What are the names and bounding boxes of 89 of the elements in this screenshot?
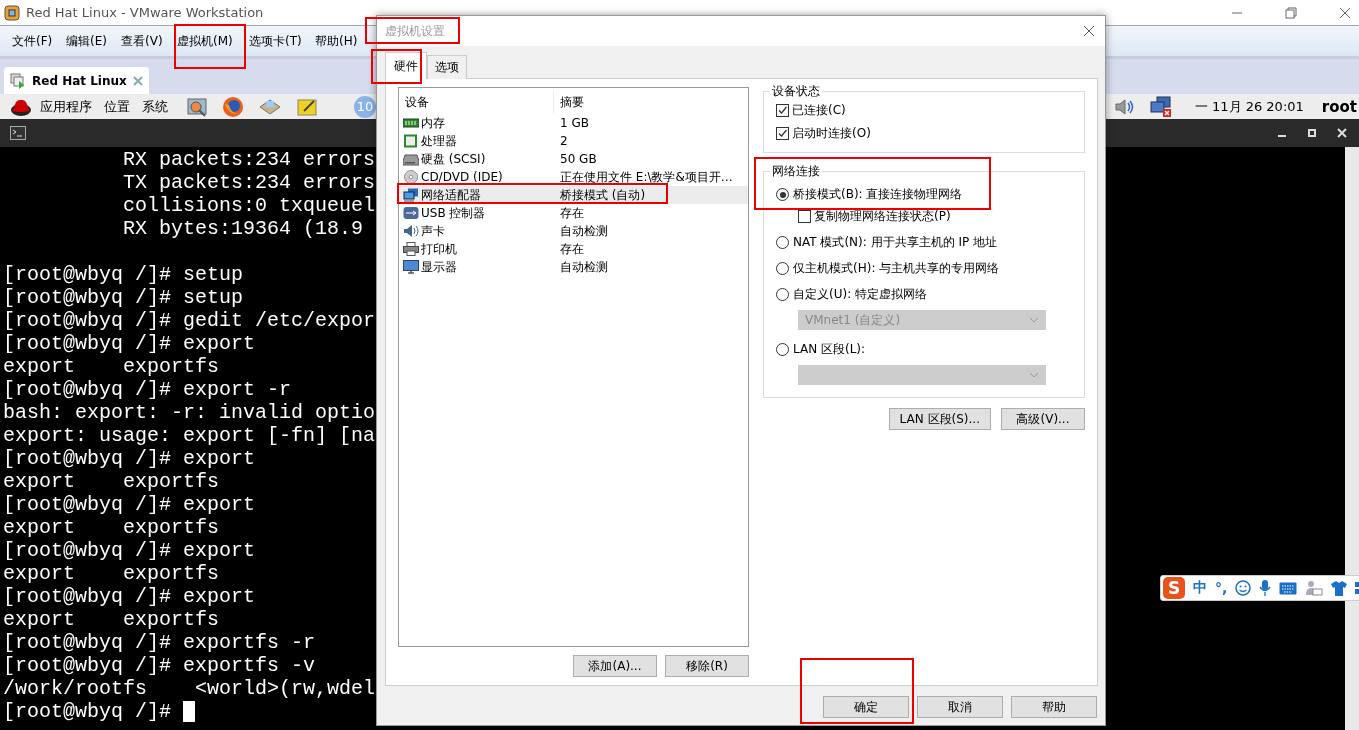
menu-item[interactable]: 虚拟机(M) xyxy=(177,30,233,52)
checkbox-label[interactable]: 已连接(C) xyxy=(792,102,846,119)
terminal-line: [root@wbyq /]# setup xyxy=(3,263,244,286)
device-name: 硬盘 (SCSI) xyxy=(421,150,486,168)
panel-menu[interactable]: 系统 xyxy=(142,97,168,116)
device-summary: 50 GB xyxy=(559,152,597,166)
radio-label[interactable]: LAN 区段(L): xyxy=(793,341,866,358)
terminal-line: [root@wbyq /]# exportfs -r xyxy=(3,631,316,654)
ime-logo[interactable]: S xyxy=(1163,577,1185,599)
dialog-button[interactable]: 确定 xyxy=(823,696,909,718)
device-summary: 1 GB xyxy=(559,116,589,130)
menu-item[interactable]: 编辑(E) xyxy=(66,30,107,52)
menu-item[interactable]: 选项卡(T) xyxy=(249,30,302,52)
device-summary: 自动检测 xyxy=(559,258,608,276)
terminal-line: [root@wbyq /]# export xyxy=(3,539,256,562)
device-name: CD/DVD (IDE) xyxy=(421,170,503,184)
terminal-line: [root@wbyq /]# exportfs -v xyxy=(3,654,316,677)
terminal-line: RX bytes:19364 (18.9 xyxy=(122,217,364,240)
dialog-button[interactable]: 取消 xyxy=(917,696,1003,718)
dialog-button[interactable]: 帮助 xyxy=(1011,696,1097,718)
terminal-line: export exportfs xyxy=(3,470,220,493)
ime-mode[interactable]: 中 xyxy=(1193,579,1207,597)
device-name: USB 控制器 xyxy=(421,204,486,222)
terminal-line: [root@wbyq /]# export xyxy=(3,493,256,516)
dialog-title: 虚拟机设置 xyxy=(384,23,445,39)
device-name: 声卡 xyxy=(421,222,445,240)
panel-menu[interactable]: 位置 xyxy=(104,97,130,116)
group-title: 网络连接 xyxy=(770,163,822,180)
menu-item[interactable]: 帮助(H) xyxy=(315,30,358,52)
panel-menu[interactable]: 应用程序 xyxy=(40,97,92,116)
terminal-line: export: usage: export [-fn] [na xyxy=(3,424,376,447)
terminal-line: RX packets:234 errors xyxy=(122,148,376,171)
device-summary: 存在 xyxy=(559,204,584,222)
dialog-button[interactable]: 高级(V)... xyxy=(1001,408,1085,430)
radio-label[interactable]: 仅主机模式(H): 与主机共享的专用网络 xyxy=(793,260,1000,277)
window-title: Red Hat Linux - VMware Workstation xyxy=(26,5,264,20)
dialog-button[interactable]: 添加(A)... xyxy=(573,655,657,677)
terminal-line: [root@wbyq /]# export -r xyxy=(3,378,292,401)
terminal-line: [root@wbyq /]# setup xyxy=(3,286,244,309)
dialog-tab[interactable]: 选项 xyxy=(427,55,467,79)
checkbox-label[interactable]: 启动时连接(O) xyxy=(792,125,871,142)
device-row[interactable]: 硬盘 (SCSI) 50 GB xyxy=(399,150,748,168)
device-summary: 正在使用文件 E:\教学&项目开… xyxy=(559,168,733,186)
device-row[interactable]: USB 控制器 存在 xyxy=(399,204,748,222)
terminal-line: [root@wbyq /]# xyxy=(3,700,173,723)
user-name[interactable]: root xyxy=(1321,97,1357,116)
column-header[interactable]: 设备 xyxy=(399,90,554,114)
checkbox-label[interactable]: 复制物理网络连接状态(P) xyxy=(814,208,951,225)
clock[interactable]: 一 11月 26 20:01 xyxy=(1194,97,1304,116)
device-row[interactable]: 声卡 自动检测 xyxy=(399,222,748,240)
radio-label[interactable]: 自定义(U): 特定虚拟网络 xyxy=(793,286,927,303)
device-name: 内存 xyxy=(421,114,445,132)
radio-label[interactable]: 桥接模式(B): 直接连接物理网络 xyxy=(793,186,963,203)
menu-item[interactable]: 查看(V) xyxy=(121,30,163,52)
terminal-line: /work/rootfs <world>(rw,wdel xyxy=(3,677,376,700)
terminal-line: [root@wbyq /]# export xyxy=(3,585,256,608)
device-summary: 自动检测 xyxy=(559,222,608,240)
device-name: 打印机 xyxy=(421,240,457,258)
dialog-button[interactable]: LAN 区段(S)... xyxy=(888,408,991,430)
terminal-line: export exportfs xyxy=(3,355,220,378)
device-row[interactable]: CD/DVD (IDE) 正在使用文件 E:\教学&项目开… xyxy=(399,168,748,186)
terminal-line: bash: export: -r: invalid optio xyxy=(3,401,376,424)
device-summary: 2 xyxy=(559,134,568,148)
device-name: 显示器 xyxy=(421,258,457,276)
terminal-line: export exportfs xyxy=(3,562,220,585)
dialog-tab[interactable]: 硬件 xyxy=(385,52,427,79)
column-header[interactable]: 摘要 xyxy=(554,90,584,114)
radio-label[interactable]: NAT 模式(N): 用于共享主机的 IP 地址 xyxy=(793,234,997,251)
terminal-line: collisions:0 txqueuel xyxy=(122,194,376,217)
device-row[interactable]: 处理器 2 xyxy=(399,132,748,150)
terminal-line: [root@wbyq /]# gedit /etc/expor xyxy=(3,309,376,332)
device-row[interactable]: 网络适配器 桥接模式 (自动) xyxy=(399,186,748,204)
device-summary: 存在 xyxy=(559,240,584,258)
vm-tab[interactable]: Red Hat Linux xyxy=(4,67,149,94)
device-summary: 桥接模式 (自动) xyxy=(559,186,646,204)
group-title: 设备状态 xyxy=(770,83,822,100)
terminal-line: TX packets:234 errors xyxy=(122,171,376,194)
terminal-line: export exportfs xyxy=(3,608,220,631)
dialog-button[interactable]: 移除(R) xyxy=(665,655,749,677)
device-row[interactable]: 内存 1 GB xyxy=(399,114,748,132)
menu-item[interactable]: 文件(F) xyxy=(12,30,53,52)
terminal-line: [root@wbyq /]# export xyxy=(3,447,256,470)
terminal-line: export exportfs xyxy=(3,516,220,539)
device-name: 网络适配器 xyxy=(421,186,481,204)
device-row[interactable]: 打印机 存在 xyxy=(399,240,748,258)
device-name: 处理器 xyxy=(421,132,457,150)
terminal-line: [root@wbyq /]# export xyxy=(3,332,256,355)
device-row[interactable]: 显示器 自动检测 xyxy=(399,258,748,276)
ime-punctuation[interactable]: °, xyxy=(1215,580,1228,596)
